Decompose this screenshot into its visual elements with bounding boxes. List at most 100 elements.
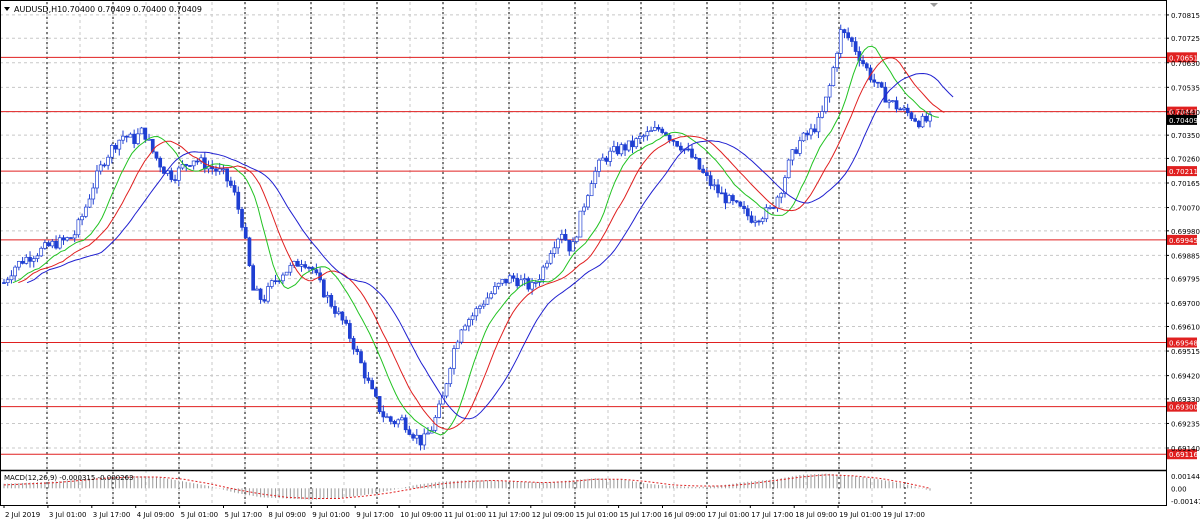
time-label-00: 2 Jul 2019 <box>5 511 40 519</box>
candle-body-192 <box>716 184 720 194</box>
price-tick-label-16: 0.69330 <box>1171 396 1200 404</box>
price-tick-label-09: 0.69980 <box>1171 228 1200 236</box>
candle-body-218 <box>812 128 817 133</box>
candle-body-97 <box>362 362 367 379</box>
candle-body-215 <box>801 132 806 142</box>
candle-body-93 <box>348 323 352 339</box>
candle-body-149 <box>556 238 560 249</box>
candle-body-158 <box>589 183 594 197</box>
price-chart[interactable]: 0.706510.704410.702110.699450.695480.693… <box>0 0 1200 523</box>
candle-body-16 <box>61 237 66 241</box>
candle-body-84 <box>314 269 319 274</box>
price-tick-label-12: 0.69700 <box>1171 300 1200 308</box>
candle-body-224 <box>835 53 839 69</box>
candle-body-124 <box>463 325 467 331</box>
candle-body-137 <box>511 275 516 279</box>
candle-body-06 <box>24 256 29 264</box>
candle-body-190 <box>708 175 713 186</box>
candle-body-30 <box>113 145 118 150</box>
price-tick-label-00: 0.70815 <box>1171 12 1200 20</box>
candle-body-247 <box>920 115 925 128</box>
candle-body-232 <box>864 63 869 69</box>
candle-body-223 <box>831 67 836 86</box>
price-tick-label-05: 0.70350 <box>1171 132 1200 140</box>
candle-body-29 <box>109 145 114 158</box>
candle-body-207 <box>771 207 776 209</box>
candle-body-148 <box>552 247 557 254</box>
price-tick-label-01: 0.70725 <box>1171 35 1200 43</box>
candle-body-69 <box>258 288 263 300</box>
candle-body-25 <box>95 170 99 189</box>
candle-body-186 <box>693 156 698 159</box>
candle-body-240 <box>894 100 899 110</box>
candle-body-19 <box>72 234 77 239</box>
candle-body-238 <box>887 100 891 103</box>
candle-body-155 <box>578 210 583 238</box>
candle-body-64 <box>240 208 244 228</box>
candle-body-194 <box>723 192 728 204</box>
time-label-04: 5 Jul 01:00 <box>181 511 219 519</box>
candle-body-135 <box>504 278 508 284</box>
time-label-02: 3 Jul 17:00 <box>93 511 131 519</box>
candle-body-213 <box>794 149 798 154</box>
candle-body-17 <box>65 237 70 241</box>
time-label-16: 17 Jul 01:00 <box>707 511 749 519</box>
candle-body-106 <box>396 419 401 425</box>
candle-body-76 <box>284 271 289 276</box>
candle-body-100 <box>374 388 378 397</box>
candle-body-41 <box>154 151 159 159</box>
candle-body-203 <box>757 220 761 223</box>
candle-body-168 <box>626 140 631 151</box>
candle-body-157 <box>586 195 590 208</box>
candle-body-63 <box>236 191 241 210</box>
candle-body-47 <box>176 167 181 181</box>
candle-body-96 <box>359 351 363 364</box>
candle-body-160 <box>597 159 601 172</box>
candle-body-181 <box>675 141 679 147</box>
candle-body-196 <box>731 195 735 201</box>
time-label-15: 16 Jul 09:00 <box>664 511 706 519</box>
candle-body-170 <box>634 138 639 148</box>
candle-body-49 <box>184 164 189 166</box>
current-price-label: 0.70409 <box>1169 117 1198 125</box>
candle-body-214 <box>797 140 802 154</box>
candle-body-45 <box>169 170 174 180</box>
candle-body-179 <box>667 135 672 141</box>
candle-body-127 <box>474 308 479 317</box>
level-label-03: 0.69945 <box>1169 237 1198 245</box>
time-label-03: 4 Jul 09:00 <box>137 511 175 519</box>
candle-body-117 <box>437 403 441 418</box>
candle-body-23 <box>87 198 92 208</box>
candle-body-14 <box>54 240 58 249</box>
time-label-12: 12 Jul 09:00 <box>532 511 574 519</box>
candle-body-244 <box>909 112 914 119</box>
candle-body-156 <box>582 206 586 212</box>
candle-body-57 <box>214 168 218 172</box>
candle-body-141 <box>526 278 531 290</box>
price-tick-label-10: 0.69885 <box>1171 252 1200 260</box>
candle-body-103 <box>385 416 389 419</box>
candle-body-206 <box>768 207 772 209</box>
candle-body-60 <box>225 168 229 182</box>
candle-body-159 <box>593 171 598 184</box>
time-label-19: 19 Jul 01:00 <box>839 511 881 519</box>
time-label-20: 19 Jul 17:00 <box>883 511 925 519</box>
candle-body-171 <box>638 136 642 139</box>
candle-body-201 <box>749 215 754 223</box>
chart-window[interactable]: 0.70651 0.70441 0.70211 0.69945 0.69548 0.693… <box>0 0 1200 523</box>
candle-body-10 <box>39 247 44 257</box>
price-tick-label-17: 0.69235 <box>1171 420 1200 428</box>
chart-background <box>0 0 1200 523</box>
candle-body-70 <box>262 299 267 302</box>
candle-body-33 <box>124 135 129 138</box>
candle-body-50 <box>188 165 192 167</box>
candle-body-191 <box>712 184 717 187</box>
candle-body-15 <box>57 237 62 249</box>
price-tick-label-18: 0.69140 <box>1171 445 1200 453</box>
candle-body-08 <box>31 258 36 262</box>
time-label-18: 18 Jul 09:00 <box>795 511 837 519</box>
candle-body-28 <box>106 156 110 166</box>
candle-body-26 <box>98 164 103 172</box>
candle-body-222 <box>827 85 832 98</box>
candle-body-27 <box>102 164 107 167</box>
